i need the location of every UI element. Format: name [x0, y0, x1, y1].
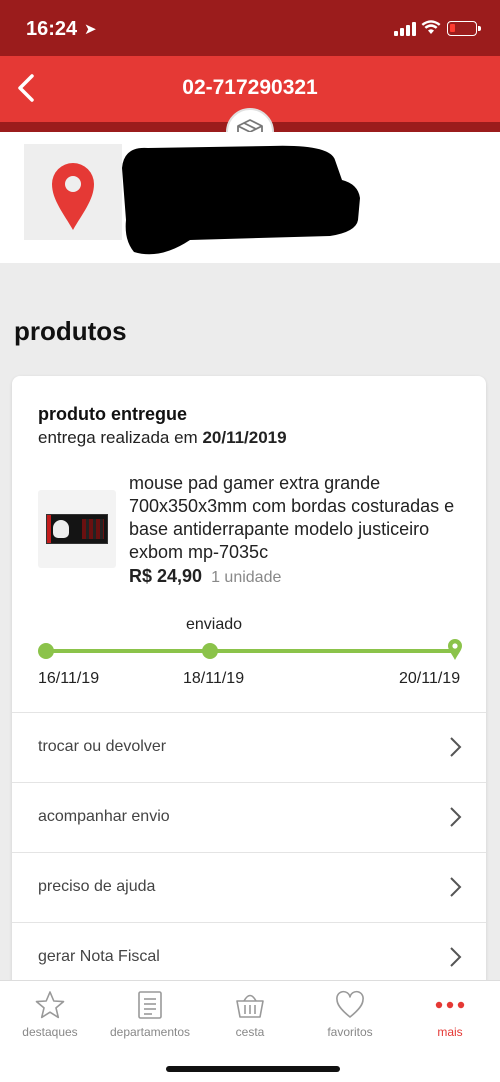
delivery-status-title: produto entregue [38, 404, 187, 424]
battery-icon [447, 21, 481, 36]
tab-destaques[interactable]: destaques [0, 989, 100, 1049]
chevron-right-icon [450, 807, 462, 827]
product-price-row: R$ 24,90 1 unidade [129, 566, 281, 587]
action-label: preciso de ajuda [38, 878, 156, 895]
more-icon [435, 1001, 465, 1009]
tracking-line [48, 649, 454, 653]
tab-cesta[interactable]: cesta [200, 989, 300, 1049]
location-arrow-icon: ➤ [84, 21, 97, 38]
tracking-date-1: 16/11/19 [38, 670, 100, 687]
action-track-shipment[interactable]: acompanhar envio [12, 782, 486, 852]
cellular-signal-icon [394, 22, 416, 36]
action-label: gerar Nota Fiscal [38, 948, 160, 965]
status-bar: 16:24 ➤ [0, 0, 500, 56]
wifi-icon [421, 20, 441, 34]
tracking-label: enviado [186, 616, 243, 633]
status-time: 16:24 [26, 18, 78, 40]
delivery-status-text: entrega realizada em 20/11/2019 [38, 428, 287, 448]
product-name[interactable]: mouse pad gamer extra grande 700x350x3mm… [129, 472, 469, 564]
product-quantity: 1 unidade [211, 569, 282, 586]
tab-favoritos[interactable]: favoritos [300, 989, 400, 1049]
heart-icon [336, 990, 364, 1018]
chevron-right-icon [450, 737, 462, 757]
list-icon [138, 991, 162, 1019]
star-icon [35, 991, 65, 1019]
tracking-pin-icon [448, 639, 462, 660]
address-icon-box [24, 144, 122, 240]
tracking-dot-middle [202, 643, 218, 659]
order-card: produto entregue entrega realizada em 20… [12, 376, 486, 996]
map-pin-icon [52, 163, 94, 230]
action-label: trocar ou devolver [38, 738, 167, 755]
tab-label: favoritos [327, 1025, 373, 1039]
product-image [46, 514, 108, 544]
tab-departamentos[interactable]: departamentos [100, 989, 200, 1049]
basket-icon [236, 994, 264, 1018]
tab-mais[interactable]: mais [400, 989, 500, 1049]
chevron-right-icon [450, 877, 462, 897]
tracking-date-2: 18/11/19 [183, 670, 245, 687]
action-help[interactable]: preciso de ajuda [12, 852, 486, 922]
delivery-status-prefix: entrega realizada em [38, 428, 203, 447]
action-label: acompanhar envio [38, 808, 170, 825]
tracking-date-3: 20/11/19 [399, 670, 461, 687]
product-price: R$ 24,90 [129, 566, 203, 586]
tab-label: departamentos [109, 1025, 191, 1039]
tracking-dot-start [38, 643, 54, 659]
order-number-title: 02-717290321 [182, 76, 318, 99]
delivery-date: 20/11/2019 [202, 428, 287, 447]
redacted-address [122, 145, 360, 255]
action-return[interactable]: trocar ou devolver [12, 712, 486, 782]
tab-label: cesta [235, 1025, 265, 1039]
chevron-right-icon [450, 947, 462, 967]
delivery-address [0, 132, 500, 263]
tab-label: mais [437, 1025, 463, 1039]
product-thumbnail[interactable] [38, 490, 116, 568]
section-title: produtos [14, 316, 127, 346]
home-indicator[interactable] [166, 1066, 340, 1072]
tab-label: destaques [22, 1025, 78, 1039]
